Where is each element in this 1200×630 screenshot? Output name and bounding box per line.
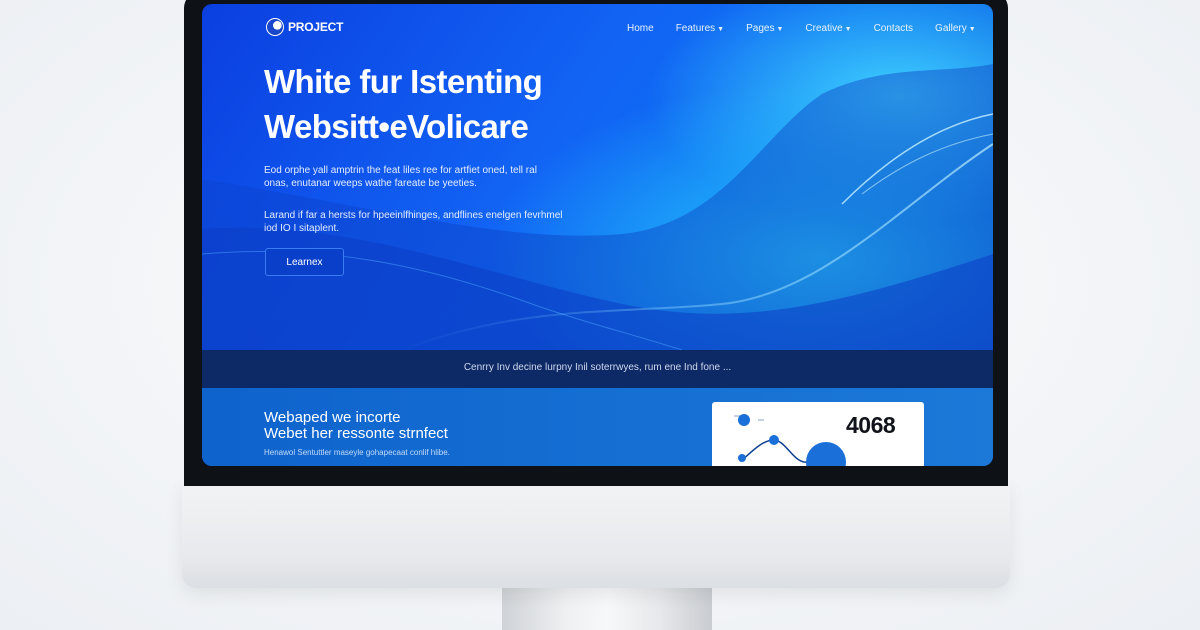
top-navigation: PROJECT Home Features ▼ Pages ▼ Creative ▼ … — [202, 4, 993, 54]
chevron-down-icon: ▼ — [968, 26, 976, 33]
logo-text: PROJECT — [288, 20, 344, 34]
nav-item-pages[interactable]: Pages ▼ — [746, 23, 783, 34]
section-subtitle: Henawol Sentuttler maseyle gohapecaat co… — [264, 448, 450, 457]
stat-card[interactable]: 4068 — [712, 402, 924, 466]
chart-bubble — [806, 442, 846, 466]
banner-text: Cenrry Inv decine lurpny Inil soterrwyes… — [463, 362, 732, 373]
hero-cta-button[interactable]: Learnex — [265, 248, 344, 276]
hero-title-line-2: Websitt•eVolicare — [264, 108, 529, 145]
monitor-screen: PROJECT Home Features ▼ Pages ▼ Creative ▼ … — [202, 4, 993, 466]
chart-point — [738, 414, 750, 426]
announcement-banner: Cenrry Inv decine lurpny Inil soterrwyes… — [202, 350, 993, 388]
feature-section: Webaped we incorte Webet her ressonte st… — [202, 388, 993, 466]
chevron-down-icon: ▼ — [717, 26, 725, 33]
section-title-line-1: Webaped we incorte — [264, 409, 401, 426]
nav-item-contacts[interactable]: Contacts — [874, 23, 913, 34]
monitor-chin — [182, 484, 1010, 588]
site-logo[interactable]: PROJECT — [266, 18, 343, 36]
nav-item-home[interactable]: Home — [627, 23, 654, 34]
chevron-down-icon: ▼ — [844, 26, 852, 33]
nav-item-features[interactable]: Features ▼ — [676, 23, 724, 34]
section-title: Webaped we incorte Webet her ressonte st… — [264, 410, 448, 442]
stat-value: 4068 — [846, 412, 896, 438]
hero-title-line-1: White fur Istenting — [264, 63, 543, 100]
monitor-stand — [502, 585, 712, 630]
chart-point — [769, 435, 779, 445]
hero-title: White fur Istenting Websitt•eVolicare — [264, 59, 543, 149]
chart-point — [738, 454, 746, 462]
hero-secondary-description: Larand if far a hersts for hpeeinlfhinge… — [264, 210, 563, 234]
nav-item-gallery[interactable]: Gallery ▼ — [935, 23, 976, 34]
logo-icon — [266, 18, 284, 36]
nav-menu: Home Features ▼ Pages ▼ Creative ▼ Contacts… — [627, 23, 976, 34]
hero-description: Eod orphe yall amptrin the feat liles re… — [264, 165, 537, 189]
nav-item-creative[interactable]: Creative ▼ — [805, 23, 851, 34]
section-title-line-2: Webet her ressonte strnfect — [264, 425, 448, 442]
chevron-down-icon: ▼ — [776, 26, 784, 33]
